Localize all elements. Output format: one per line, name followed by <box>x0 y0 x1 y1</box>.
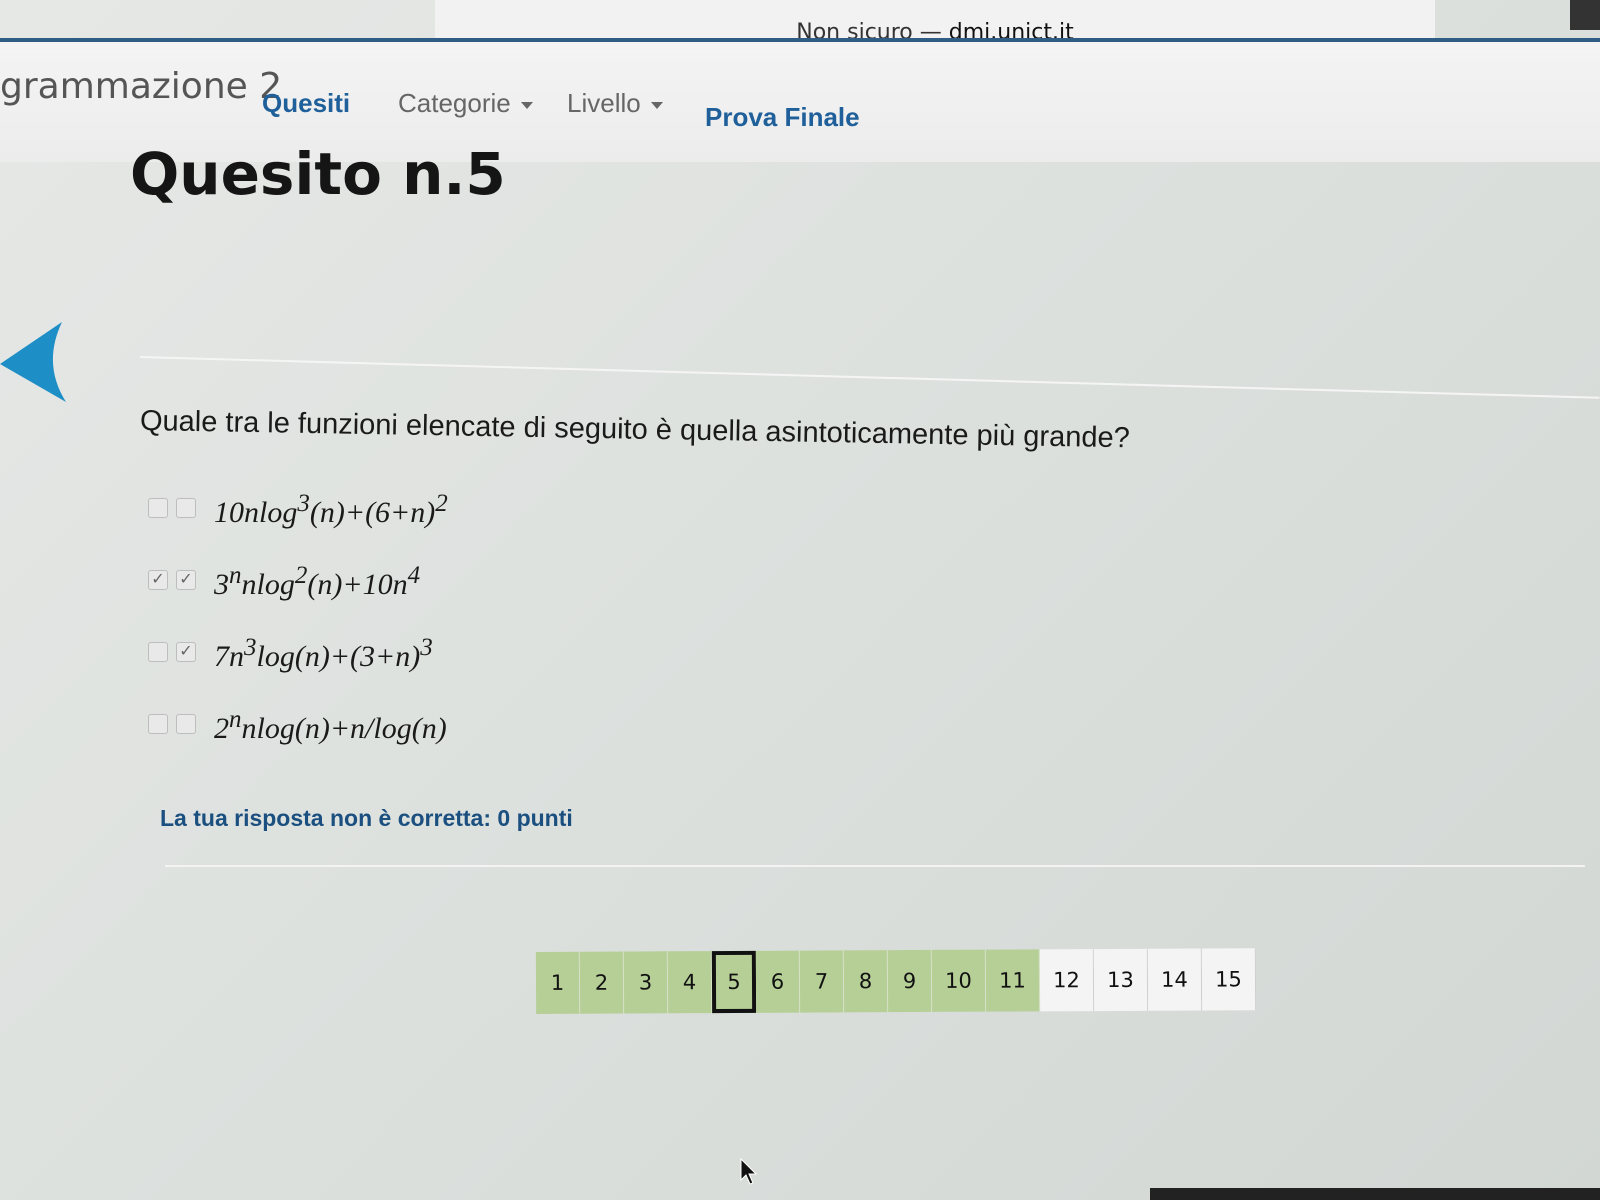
answer-feedback: La tua risposta non è corretta: 0 punti <box>160 805 573 831</box>
page-button-6[interactable]: 6 <box>755 950 801 1013</box>
answer-checkbox-solution[interactable] <box>176 498 196 518</box>
page-button-4[interactable]: 4 <box>667 951 713 1014</box>
divider <box>165 865 1585 867</box>
screen-bezel <box>1150 1188 1600 1200</box>
mouse-cursor-icon <box>740 1158 758 1185</box>
answer-formula: 10nlog3(n)+(6+n)2 <box>214 490 448 529</box>
page-title: Quesito n.5 <box>130 140 506 208</box>
nav-categorie-label: Categorie <box>398 88 511 118</box>
answer-checkbox-user[interactable] <box>148 498 168 518</box>
page-button-7[interactable]: 7 <box>799 950 845 1013</box>
answer-formula: 7n3log(n)+(3+n)3 <box>214 634 433 673</box>
page-button-13[interactable]: 13 <box>1093 948 1149 1012</box>
answer-checkbox-user[interactable]: ✓ <box>148 570 168 590</box>
nav-livello-dropdown[interactable]: Livello <box>567 88 663 119</box>
page-button-15[interactable]: 15 <box>1201 948 1257 1011</box>
site-brand[interactable]: grammazione 2 <box>0 66 282 107</box>
answer-formula: 3nnlog2(n)+10n4 <box>214 562 421 601</box>
page-button-8[interactable]: 8 <box>843 950 889 1013</box>
dropbox-icon[interactable] <box>1570 0 1600 30</box>
nav-prova-finale[interactable]: Prova Finale <box>705 102 860 133</box>
previous-arrow-icon[interactable] <box>0 322 70 404</box>
answer-checkbox-user[interactable] <box>148 714 168 734</box>
caret-down-icon <box>520 101 533 109</box>
page-button-5[interactable]: 5 <box>711 950 757 1014</box>
question-pager: 1 2 3 4 5 6 7 8 9 10 11 12 13 14 15 <box>535 948 1257 1014</box>
page-button-2[interactable]: 2 <box>579 951 625 1014</box>
answer-checkbox-solution[interactable]: ✓ <box>176 642 196 662</box>
caret-down-icon <box>650 101 663 109</box>
question-text: Quale tra le funzioni elencate di seguit… <box>139 405 1131 455</box>
answer-checkbox-solution[interactable]: ✓ <box>176 570 196 590</box>
page-button-14[interactable]: 14 <box>1147 948 1203 1011</box>
page-button-1[interactable]: 1 <box>535 951 581 1014</box>
nav-livello-label: Livello <box>567 88 641 118</box>
page-button-9[interactable]: 9 <box>887 949 933 1013</box>
page-button-10[interactable]: 10 <box>931 949 987 1012</box>
answer-formula: 2nnlog(n)+n/log(n) <box>214 706 447 745</box>
answer-checkbox-solution[interactable] <box>176 714 196 734</box>
page-button-3[interactable]: 3 <box>623 951 669 1014</box>
nav-quesiti[interactable]: Quesiti <box>262 88 350 119</box>
page-button-12[interactable]: 12 <box>1039 949 1095 1012</box>
page-button-11[interactable]: 11 <box>985 949 1041 1012</box>
divider <box>139 356 1600 399</box>
answer-checkbox-user[interactable] <box>148 642 168 662</box>
nav-categorie-dropdown[interactable]: Categorie <box>398 88 533 119</box>
